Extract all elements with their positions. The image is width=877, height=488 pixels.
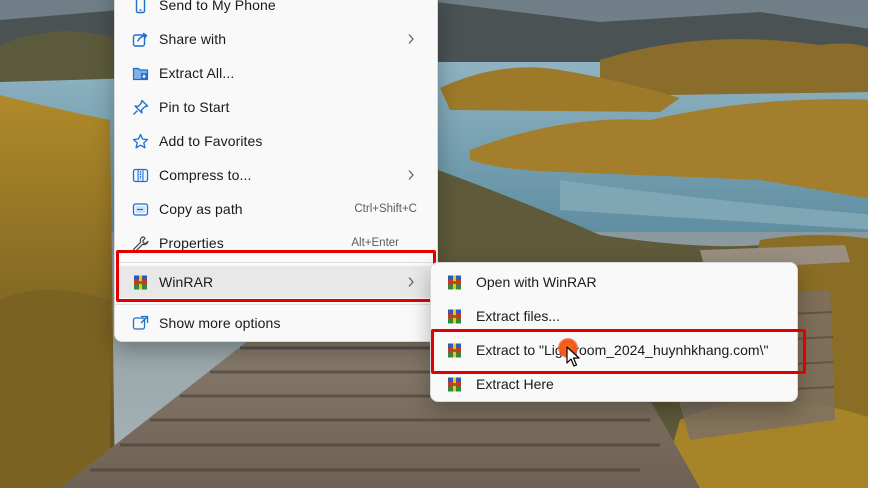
- chevron-right-icon: [407, 169, 415, 181]
- menu-item-show-more-options[interactable]: Show more options: [119, 307, 433, 339]
- mouse-cursor-icon: [566, 346, 582, 368]
- shortcut-text: Ctrl+Shift+C: [354, 203, 417, 215]
- menu-item-label: Copy as path: [159, 201, 243, 217]
- submenu-item-label: Extract Here: [476, 376, 554, 392]
- submenu-item-label: Open with WinRAR: [476, 274, 597, 290]
- show-more-icon: [132, 315, 149, 332]
- star-icon: [132, 133, 149, 150]
- menu-item-label: Send to My Phone: [159, 0, 276, 13]
- menu-item-label: Add to Favorites: [159, 133, 263, 149]
- compress-icon: [132, 167, 149, 184]
- menu-item-share-with[interactable]: Share with: [119, 23, 433, 55]
- menu-item-compress-to[interactable]: Compress to...: [119, 159, 433, 191]
- chevron-right-icon: [407, 33, 415, 45]
- extract-all-icon: [132, 65, 149, 82]
- submenu-item-extract-files[interactable]: Extract files...: [435, 300, 793, 332]
- winrar-icon: [446, 308, 463, 325]
- submenu-item-label: Extract files...: [476, 308, 561, 324]
- winrar-icon: [446, 376, 463, 393]
- pin-icon: [132, 99, 149, 116]
- menu-item-copy-as-path[interactable]: Copy as path Ctrl+Shift+C: [119, 193, 433, 225]
- menu-separator: [115, 304, 437, 305]
- copy-path-icon: [132, 201, 149, 218]
- winrar-icon: [446, 274, 463, 291]
- page-right-edge: [868, 0, 877, 488]
- menu-item-label: Pin to Start: [159, 99, 230, 115]
- menu-item-extract-all[interactable]: Extract All...: [119, 57, 433, 89]
- menu-item-label: Extract All...: [159, 65, 235, 81]
- highlight-box-winrar: [116, 250, 436, 302]
- share-icon: [132, 31, 149, 48]
- menu-item-label: Show more options: [159, 315, 281, 331]
- menu-item-send-to-my-phone[interactable]: Send to My Phone: [119, 0, 433, 21]
- menu-item-label: Compress to...: [159, 167, 252, 183]
- submenu-item-open-with-winrar[interactable]: Open with WinRAR: [435, 266, 793, 298]
- menu-item-add-to-favorites[interactable]: Add to Favorites: [119, 125, 433, 157]
- menu-item-label: Properties: [159, 235, 224, 251]
- shortcut-text: Alt+Enter: [351, 237, 399, 249]
- phone-icon: [132, 0, 149, 14]
- menu-item-label: Share with: [159, 31, 227, 47]
- menu-item-pin-to-start[interactable]: Pin to Start: [119, 91, 433, 123]
- highlight-box-extract-to: [431, 329, 806, 374]
